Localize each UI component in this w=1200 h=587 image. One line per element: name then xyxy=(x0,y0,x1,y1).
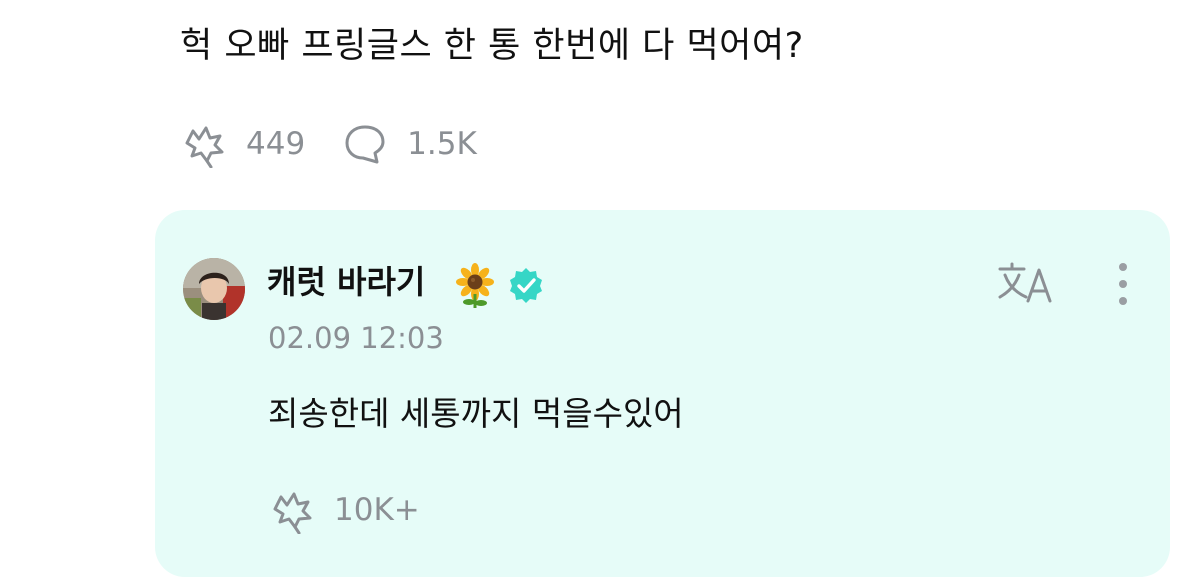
verified-badge-icon xyxy=(510,268,542,303)
author-name[interactable]: 캐럿 바라기 xyxy=(267,262,425,302)
like-icon xyxy=(185,126,224,168)
reply-like-count: 10K+ xyxy=(334,492,420,528)
reply-like-button[interactable]: 10K+ xyxy=(268,486,420,534)
avatar-image xyxy=(183,258,245,320)
avatar[interactable] xyxy=(183,258,245,320)
post-like-button[interactable]: 449 xyxy=(180,120,305,168)
post-actions: 449 1.5K xyxy=(180,120,477,168)
like-icon xyxy=(273,492,312,534)
reply-timestamp: 02.09 12:03 xyxy=(268,321,444,355)
more-vertical-icon[interactable] xyxy=(1106,260,1140,308)
post-text: 헉 오빠 프링글스 한 통 한번에 다 먹어여? xyxy=(180,26,804,66)
reply-actions: 10K+ xyxy=(268,486,420,534)
reply-text: 죄송한데 세통까지 먹을수있어 xyxy=(268,394,684,433)
reply-card: 캐럿 바라기 02.09 12:03 죄송한데 세통까지 먹을수있어 10K+ xyxy=(155,210,1170,577)
comment-icon xyxy=(345,125,385,164)
post-comment-button[interactable]: 1.5K xyxy=(341,120,477,168)
post-comment-count: 1.5K xyxy=(407,126,477,162)
post-like-count: 449 xyxy=(246,126,306,162)
sunflower-emoji-icon xyxy=(456,263,494,308)
translate-icon[interactable] xyxy=(997,260,1057,304)
